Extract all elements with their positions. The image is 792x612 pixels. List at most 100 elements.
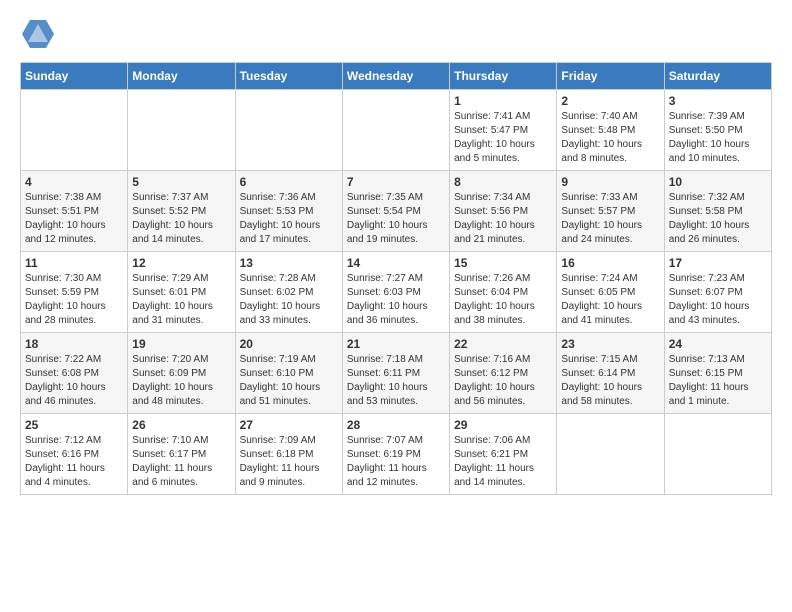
day-number: 8	[454, 175, 552, 189]
day-info: Sunrise: 7:38 AM Sunset: 5:51 PM Dayligh…	[25, 191, 123, 247]
day-number: 26	[132, 418, 230, 432]
day-number: 21	[347, 337, 445, 351]
calendar-cell: 26 Sunrise: 7:10 AM Sunset: 6:17 PM Dayli…	[128, 414, 235, 495]
day-number: 1	[454, 94, 552, 108]
calendar-cell: 11 Sunrise: 7:30 AM Sunset: 5:59 PM Dayli…	[21, 252, 128, 333]
day-info: Sunrise: 7:33 AM Sunset: 5:57 PM Dayligh…	[561, 191, 659, 247]
page-header	[20, 20, 772, 52]
calendar-cell: 21 Sunrise: 7:18 AM Sunset: 6:11 PM Dayli…	[342, 333, 449, 414]
calendar-cell	[664, 414, 771, 495]
day-number: 22	[454, 337, 552, 351]
calendar-cell: 18 Sunrise: 7:22 AM Sunset: 6:08 PM Dayli…	[21, 333, 128, 414]
day-number: 4	[25, 175, 123, 189]
calendar-cell: 23 Sunrise: 7:15 AM Sunset: 6:14 PM Dayli…	[557, 333, 664, 414]
day-number: 16	[561, 256, 659, 270]
calendar-cell: 22 Sunrise: 7:16 AM Sunset: 6:12 PM Dayli…	[450, 333, 557, 414]
day-info: Sunrise: 7:24 AM Sunset: 6:05 PM Dayligh…	[561, 272, 659, 328]
day-info: Sunrise: 7:32 AM Sunset: 5:58 PM Dayligh…	[669, 191, 767, 247]
day-info: Sunrise: 7:27 AM Sunset: 6:03 PM Dayligh…	[347, 272, 445, 328]
day-info: Sunrise: 7:16 AM Sunset: 6:12 PM Dayligh…	[454, 353, 552, 409]
day-number: 13	[240, 256, 338, 270]
day-number: 24	[669, 337, 767, 351]
calendar-cell: 2Sunrise: 7:40 AM Sunset: 5:48 PM Daylig…	[557, 90, 664, 171]
day-number: 20	[240, 337, 338, 351]
day-number: 17	[669, 256, 767, 270]
day-header-row: SundayMondayTuesdayWednesdayThursdayFrid…	[21, 63, 772, 90]
day-number: 3	[669, 94, 767, 108]
day-info: Sunrise: 7:41 AM Sunset: 5:47 PM Dayligh…	[454, 110, 552, 166]
header-monday: Monday	[128, 63, 235, 90]
header-sunday: Sunday	[21, 63, 128, 90]
day-number: 10	[669, 175, 767, 189]
calendar-cell: 7Sunrise: 7:35 AM Sunset: 5:54 PM Daylig…	[342, 171, 449, 252]
calendar-cell: 13 Sunrise: 7:28 AM Sunset: 6:02 PM Dayli…	[235, 252, 342, 333]
day-number: 28	[347, 418, 445, 432]
calendar-header: SundayMondayTuesdayWednesdayThursdayFrid…	[21, 63, 772, 90]
day-info: Sunrise: 7:19 AM Sunset: 6:10 PM Dayligh…	[240, 353, 338, 409]
calendar-cell: 4 Sunrise: 7:38 AM Sunset: 5:51 PM Daylig…	[21, 171, 128, 252]
week-row-1: 1 Sunrise: 7:41 AM Sunset: 5:47 PM Daylig…	[21, 90, 772, 171]
week-row-2: 4 Sunrise: 7:38 AM Sunset: 5:51 PM Daylig…	[21, 171, 772, 252]
day-number: 27	[240, 418, 338, 432]
header-tuesday: Tuesday	[235, 63, 342, 90]
week-row-3: 11 Sunrise: 7:30 AM Sunset: 5:59 PM Dayli…	[21, 252, 772, 333]
calendar-cell	[128, 90, 235, 171]
day-number: 29	[454, 418, 552, 432]
day-number: 5	[132, 175, 230, 189]
day-info: Sunrise: 7:18 AM Sunset: 6:11 PM Dayligh…	[347, 353, 445, 409]
day-info: Sunrise: 7:20 AM Sunset: 6:09 PM Dayligh…	[132, 353, 230, 409]
day-number: 14	[347, 256, 445, 270]
day-info: Sunrise: 7:39 AM Sunset: 5:50 PM Dayligh…	[669, 110, 767, 166]
day-info: Sunrise: 7:23 AM Sunset: 6:07 PM Dayligh…	[669, 272, 767, 328]
day-number: 15	[454, 256, 552, 270]
calendar-cell: 8Sunrise: 7:34 AM Sunset: 5:56 PM Daylig…	[450, 171, 557, 252]
header-friday: Friday	[557, 63, 664, 90]
calendar-cell: 5 Sunrise: 7:37 AM Sunset: 5:52 PM Daylig…	[128, 171, 235, 252]
calendar-cell: 25 Sunrise: 7:12 AM Sunset: 6:16 PM Dayli…	[21, 414, 128, 495]
calendar-cell: 28 Sunrise: 7:07 AM Sunset: 6:19 PM Dayli…	[342, 414, 449, 495]
day-info: Sunrise: 7:30 AM Sunset: 5:59 PM Dayligh…	[25, 272, 123, 328]
day-number: 25	[25, 418, 123, 432]
day-number: 23	[561, 337, 659, 351]
day-info: Sunrise: 7:06 AM Sunset: 6:21 PM Dayligh…	[454, 434, 552, 490]
calendar-cell: 16 Sunrise: 7:24 AM Sunset: 6:05 PM Dayli…	[557, 252, 664, 333]
calendar-cell: 10 Sunrise: 7:32 AM Sunset: 5:58 PM Dayli…	[664, 171, 771, 252]
day-number: 7	[347, 175, 445, 189]
calendar-cell: 15 Sunrise: 7:26 AM Sunset: 6:04 PM Dayli…	[450, 252, 557, 333]
calendar-cell: 12 Sunrise: 7:29 AM Sunset: 6:01 PM Dayli…	[128, 252, 235, 333]
calendar-cell: 9 Sunrise: 7:33 AM Sunset: 5:57 PM Daylig…	[557, 171, 664, 252]
day-info: Sunrise: 7:10 AM Sunset: 6:17 PM Dayligh…	[132, 434, 230, 490]
calendar-cell: 24Sunrise: 7:13 AM Sunset: 6:15 PM Dayli…	[664, 333, 771, 414]
header-saturday: Saturday	[664, 63, 771, 90]
calendar-cell: 14 Sunrise: 7:27 AM Sunset: 6:03 PM Dayli…	[342, 252, 449, 333]
day-info: Sunrise: 7:37 AM Sunset: 5:52 PM Dayligh…	[132, 191, 230, 247]
day-info: Sunrise: 7:09 AM Sunset: 6:18 PM Dayligh…	[240, 434, 338, 490]
week-row-4: 18 Sunrise: 7:22 AM Sunset: 6:08 PM Dayli…	[21, 333, 772, 414]
calendar-cell: 20 Sunrise: 7:19 AM Sunset: 6:10 PM Dayli…	[235, 333, 342, 414]
day-number: 12	[132, 256, 230, 270]
calendar-cell: 3 Sunrise: 7:39 AM Sunset: 5:50 PM Daylig…	[664, 90, 771, 171]
calendar-cell	[21, 90, 128, 171]
header-wednesday: Wednesday	[342, 63, 449, 90]
day-info: Sunrise: 7:26 AM Sunset: 6:04 PM Dayligh…	[454, 272, 552, 328]
logo-icon	[22, 20, 54, 52]
calendar-cell: 6 Sunrise: 7:36 AM Sunset: 5:53 PM Daylig…	[235, 171, 342, 252]
day-info: Sunrise: 7:28 AM Sunset: 6:02 PM Dayligh…	[240, 272, 338, 328]
calendar-cell	[342, 90, 449, 171]
calendar-table: SundayMondayTuesdayWednesdayThursdayFrid…	[20, 62, 772, 495]
day-info: Sunrise: 7:15 AM Sunset: 6:14 PM Dayligh…	[561, 353, 659, 409]
day-number: 6	[240, 175, 338, 189]
header-thursday: Thursday	[450, 63, 557, 90]
day-info: Sunrise: 7:12 AM Sunset: 6:16 PM Dayligh…	[25, 434, 123, 490]
day-info: Sunrise: 7:29 AM Sunset: 6:01 PM Dayligh…	[132, 272, 230, 328]
day-number: 18	[25, 337, 123, 351]
day-info: Sunrise: 7:36 AM Sunset: 5:53 PM Dayligh…	[240, 191, 338, 247]
day-number: 2	[561, 94, 659, 108]
day-info: Sunrise: 7:22 AM Sunset: 6:08 PM Dayligh…	[25, 353, 123, 409]
calendar-cell: 1 Sunrise: 7:41 AM Sunset: 5:47 PM Daylig…	[450, 90, 557, 171]
day-number: 19	[132, 337, 230, 351]
day-number: 11	[25, 256, 123, 270]
day-info: Sunrise: 7:07 AM Sunset: 6:19 PM Dayligh…	[347, 434, 445, 490]
day-number: 9	[561, 175, 659, 189]
calendar-cell: 17 Sunrise: 7:23 AM Sunset: 6:07 PM Dayli…	[664, 252, 771, 333]
